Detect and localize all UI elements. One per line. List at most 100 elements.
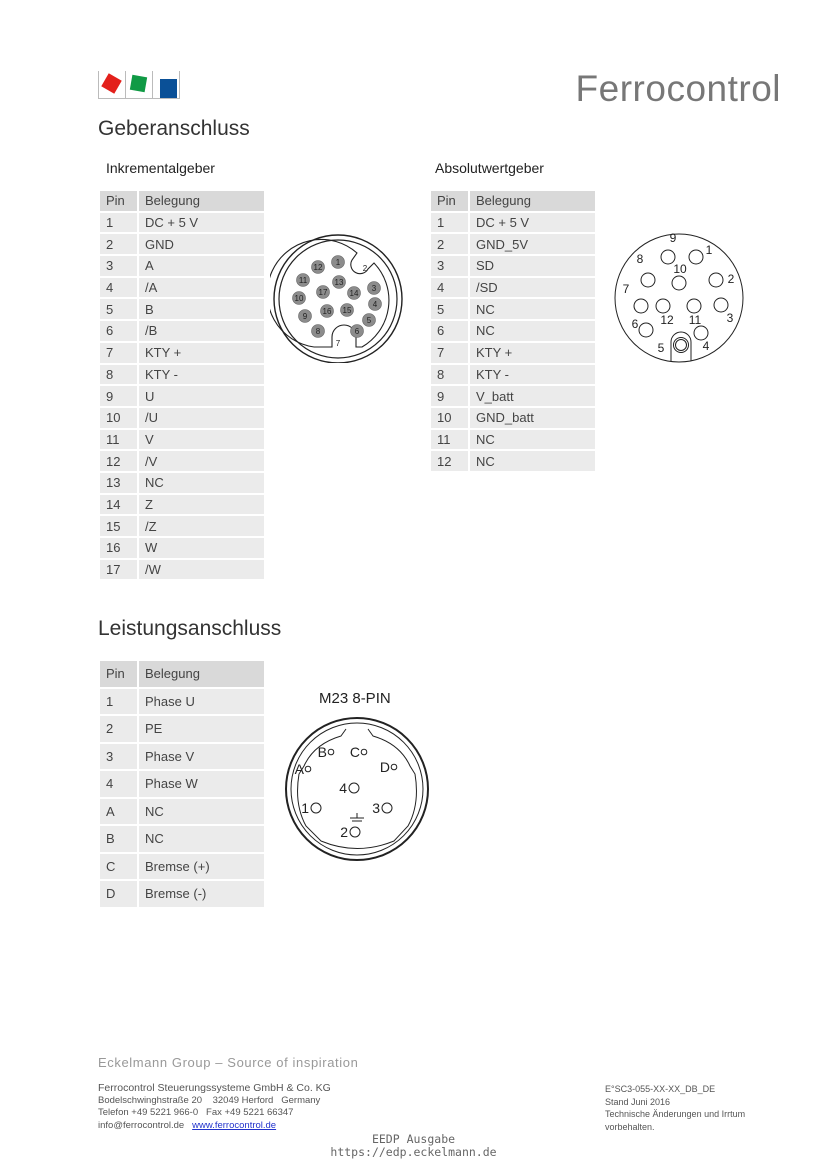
pin-number: 12 — [100, 451, 139, 471]
pin-assignment: Bremse (-) — [139, 881, 264, 907]
pin-label: 9 — [670, 231, 677, 245]
pin-assignment: GND — [139, 234, 264, 255]
connector-pin: 3 — [372, 800, 393, 816]
footer-disclaimer-line1: Technische Änderungen und Irrtum — [605, 1109, 746, 1119]
connector-pin: 15 — [340, 303, 354, 317]
table-row: 14 Z — [100, 494, 264, 515]
footer-doc-id: E°SC3-055-XX-XX_DB_DE — [605, 1084, 716, 1094]
pin-assignment: NC — [139, 472, 264, 493]
pin-label: C — [350, 744, 360, 760]
connector-17pin-diagram: 1234567891011121314151617 — [270, 234, 403, 363]
pin-number: 13 — [100, 472, 139, 493]
pin-number: 12 — [431, 451, 470, 471]
pin-assignment: A — [139, 256, 264, 276]
section-title-leistungsanschluss: Leistungsanschluss — [98, 617, 282, 640]
pin-label: 7 — [623, 282, 630, 296]
pin-number: 2 — [100, 234, 139, 255]
table-row: 7 KTY + — [100, 342, 264, 363]
connector-pin: 2 — [340, 824, 361, 840]
connector-outer-ring — [614, 233, 744, 363]
pin-number: 8 — [431, 364, 470, 385]
table-header-row: Pin Belegung — [100, 191, 264, 211]
pin-label: 6 — [355, 327, 360, 336]
connector-pin: 4 — [339, 780, 360, 796]
connector-pin: 10 — [671, 262, 687, 291]
footer-company-name: Ferrocontrol Steuerungssysteme GmbH & Co… — [98, 1082, 331, 1094]
pin-assignment: NC — [139, 798, 264, 824]
company-logo — [98, 71, 180, 99]
pin-assignment: /SD — [470, 277, 595, 298]
connector-pin: 11 — [686, 298, 702, 327]
pin-label: 2 — [363, 264, 368, 273]
blue-square-icon — [160, 79, 177, 98]
pin-number: 8 — [100, 364, 139, 385]
pin-label: 8 — [316, 327, 321, 336]
pin-assignment: Phase U — [139, 688, 264, 714]
pin-label: 11 — [299, 276, 308, 285]
pin-label: 2 — [340, 824, 348, 840]
column-header-belegung: Belegung — [139, 191, 264, 211]
subtitle-inkrementalgeber: Inkrementalgeber — [106, 160, 215, 176]
pin-assignment: DC + 5 V — [139, 212, 264, 233]
footer-date: Stand Juni 2016 — [605, 1096, 671, 1107]
table-row: 4/SD — [431, 277, 595, 298]
connector-pin: 14 — [347, 286, 361, 300]
pin-number: 6 — [100, 321, 139, 341]
connector-pin: 6 — [632, 317, 654, 338]
pin-assignment: B — [139, 299, 264, 320]
pin-label: 4 — [339, 780, 347, 796]
table-row: 11 NC — [431, 429, 595, 450]
connector-m23-pins: AB C D 1 2 3 4 — [295, 744, 398, 840]
pin-number: 2 — [100, 716, 139, 742]
table-row: 17/W — [100, 559, 264, 580]
connector-12-pins: 123456789101112 — [623, 231, 735, 355]
pin-number: 7 — [100, 342, 139, 363]
pin-assignment: KTY + — [470, 342, 595, 363]
pin-label: B — [318, 744, 327, 760]
pin-assignment: GND_5V — [470, 234, 595, 255]
pin-label: 11 — [689, 313, 702, 327]
pin-number: 9 — [431, 386, 470, 406]
column-header-pin: Pin — [100, 191, 139, 211]
pin-label: 10 — [673, 262, 687, 276]
table-row: 12/V — [100, 451, 264, 471]
footer-website-link[interactable]: www.ferrocontrol.de — [192, 1120, 276, 1131]
pin-number: 4 — [100, 771, 139, 797]
pin-number: A — [100, 798, 139, 824]
pin-assignment: Phase V — [139, 743, 264, 769]
section-title-geberanschluss: Geberanschluss — [98, 117, 250, 140]
pin-assignment: Phase W — [139, 771, 264, 797]
table-header-row: Pin Belegung — [100, 661, 264, 687]
pin-label: A — [295, 761, 305, 777]
pin-assignment: W — [139, 538, 264, 558]
table-row: 7 KTY + — [431, 342, 595, 363]
table-row: 4/A — [100, 277, 264, 298]
eedp-line2[interactable]: https://edp.eckelmann.de — [0, 1146, 827, 1159]
connector-pin: 2 — [363, 264, 368, 273]
table-row: C Bremse (+) — [100, 853, 264, 879]
eedp-watermark: EEDP Ausgabe https://edp.eckelmann.de — [0, 1133, 827, 1159]
table-row: 2 PE — [100, 716, 264, 742]
footer-email-link[interactable]: info@ferrocontrol.de — [98, 1120, 184, 1131]
pin-assignment: KTY + — [139, 342, 264, 363]
pin-assignment: NC — [470, 299, 595, 320]
pin-number: 3 — [431, 256, 470, 276]
pin-assignment: GND_batt — [470, 407, 595, 428]
table-header-row: Pin Belegung — [431, 191, 595, 211]
footer-address: Bodelschwinghstraße 20 32049 Herford Ger… — [98, 1094, 321, 1106]
pin-number: C — [100, 853, 139, 879]
table-row: 2 GND — [100, 234, 264, 255]
pin-label: 9 — [303, 312, 308, 321]
pin-label: 4 — [703, 339, 710, 353]
logo-red-tile — [98, 71, 125, 99]
pin-number: 3 — [100, 743, 139, 769]
pin-assignment: /B — [139, 321, 264, 341]
pin-assignment: DC + 5 V — [470, 212, 595, 233]
table-row: 1 DC + 5 V — [431, 212, 595, 233]
pin-number: 1 — [100, 212, 139, 233]
pin-label: 3 — [372, 284, 377, 293]
column-header-belegung: Belegung — [470, 191, 595, 211]
connector-pin: 12 — [655, 298, 674, 327]
connector-pin: 12 — [311, 260, 325, 274]
pin-assignment: /V — [139, 451, 264, 471]
